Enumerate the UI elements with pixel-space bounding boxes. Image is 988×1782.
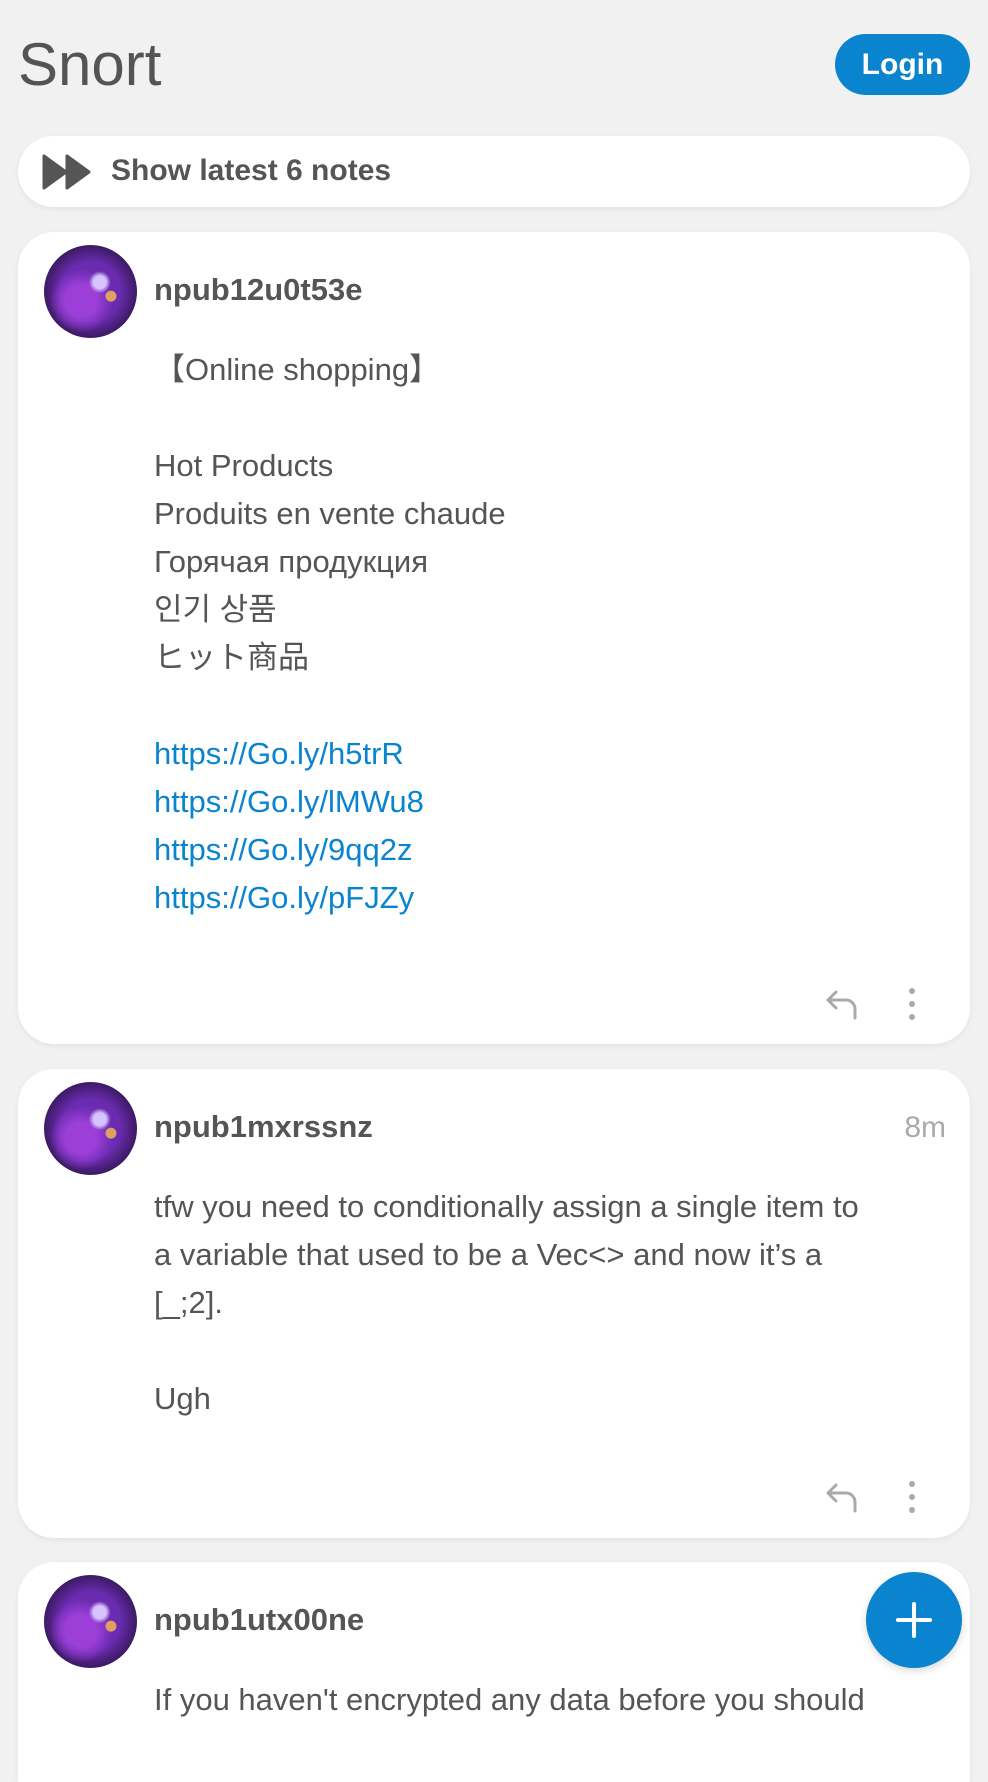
more-options-icon[interactable] xyxy=(898,1479,926,1515)
plus-icon xyxy=(896,1602,932,1638)
note-text-line: If you haven't encrypted any data before… xyxy=(154,1682,865,1717)
note-actions xyxy=(824,986,944,1026)
fast-forward-icon xyxy=(42,154,91,190)
note-text-line: 인기 상품 xyxy=(154,592,277,627)
note-text-line: ヒット商品 xyxy=(154,640,309,675)
avatar[interactable] xyxy=(44,1082,137,1175)
app-header: Snort Login xyxy=(0,0,988,126)
note-content: If you haven't encrypted any data before… xyxy=(154,1676,940,1724)
note-text-line: Produits en vente chaude xyxy=(154,496,506,531)
note-author[interactable]: npub1utx00ne xyxy=(154,1602,364,1638)
note-text-line: tfw you need to conditionally assign a s… xyxy=(154,1189,859,1224)
note-card[interactable]: npub1mxrssnz 8m tfw you need to conditio… xyxy=(18,1069,970,1538)
reply-icon[interactable] xyxy=(824,1479,860,1515)
note-text-line xyxy=(154,1327,940,1375)
note-card[interactable]: npub1utx00ne If you haven't encrypted an… xyxy=(18,1562,970,1782)
note-text-line: 【Online shopping】 xyxy=(154,352,441,387)
note-content: tfw you need to conditionally assign a s… xyxy=(154,1183,940,1423)
login-button[interactable]: Login xyxy=(835,34,970,95)
note-link[interactable]: https://Go.ly/h5trR xyxy=(154,730,940,778)
new-note-button[interactable] xyxy=(866,1572,962,1668)
avatar[interactable] xyxy=(44,1575,137,1668)
more-options-icon[interactable] xyxy=(898,986,926,1022)
note-link[interactable]: https://Go.ly/pFJZy xyxy=(154,874,940,922)
note-author[interactable]: npub12u0t53e xyxy=(154,272,362,308)
avatar[interactable] xyxy=(44,245,137,338)
note-text-line: Горячая продукция xyxy=(154,544,429,579)
note-link[interactable]: https://Go.ly/9qq2z xyxy=(154,826,940,874)
note-text-line xyxy=(154,682,940,730)
note-author[interactable]: npub1mxrssnz xyxy=(154,1109,373,1145)
show-latest-notes-button[interactable]: Show latest 6 notes xyxy=(18,136,970,207)
note-link[interactable]: https://Go.ly/lMWu8 xyxy=(154,778,940,826)
reply-icon[interactable] xyxy=(824,986,860,1022)
app-logo[interactable]: Snort xyxy=(18,30,161,99)
note-text-line: [_;2]. xyxy=(154,1285,223,1320)
note-content: 【Online shopping】 Hot Products Produits … xyxy=(154,346,940,922)
note-card[interactable]: npub12u0t53e 【Online shopping】 Hot Produ… xyxy=(18,232,970,1044)
note-text-line: a variable that used to be a Vec<> and n… xyxy=(154,1237,823,1272)
note-timestamp[interactable]: 8m xyxy=(904,1111,946,1145)
note-text-line xyxy=(154,394,940,442)
note-text-line: Ugh xyxy=(154,1381,211,1416)
show-latest-label: Show latest 6 notes xyxy=(111,154,392,187)
note-actions xyxy=(824,1479,944,1519)
note-text-line: Hot Products xyxy=(154,448,334,483)
